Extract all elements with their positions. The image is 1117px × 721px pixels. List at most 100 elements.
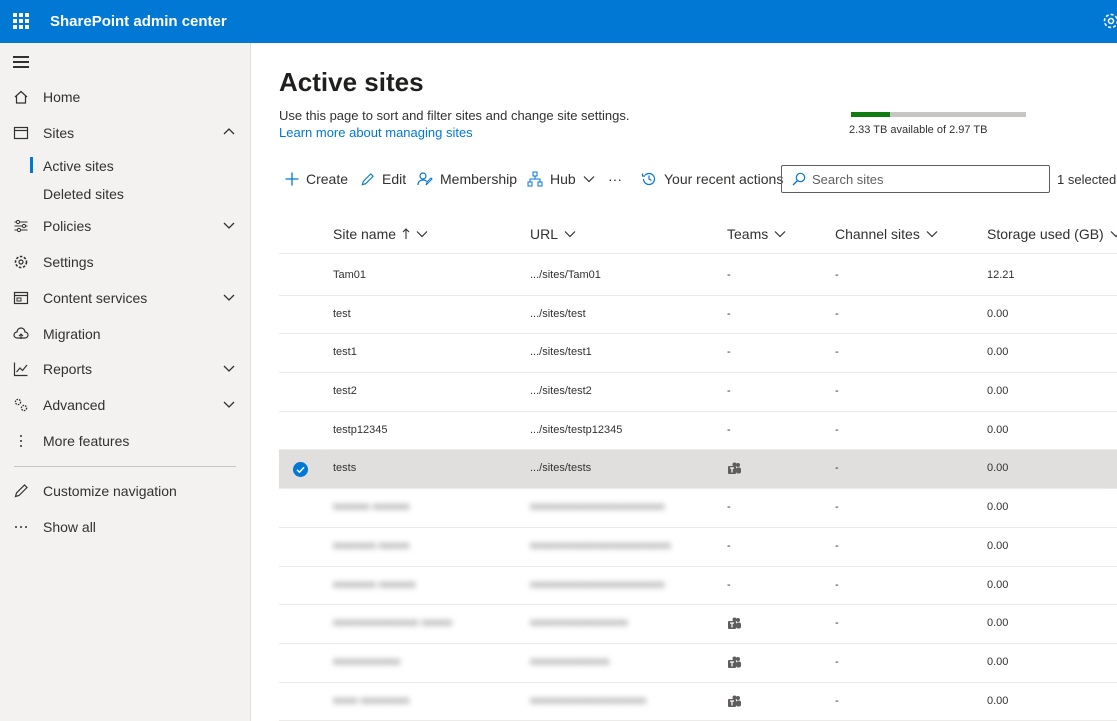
chevron-down-icon [1110, 231, 1117, 238]
search-icon [792, 172, 806, 186]
nav-item-reports[interactable]: Reports [0, 352, 250, 386]
selected-check-icon[interactable] [293, 462, 308, 478]
url-cell-redacted: nnnnnnnnnnnnnnnnnnnnnn [530, 501, 665, 514]
collapse-navigation-icon[interactable] [13, 56, 29, 68]
table-row[interactable]: nnnnnnn nnnnnnnnnnnnnnnnnnnnnnnnnnnn--0.… [279, 567, 1117, 606]
table-row[interactable]: nnnnnn nnnnnn nnnnnnnnnnnnnnnnnnnnnn - - 0.0… [279, 489, 1117, 528]
more-commands-icon: ··· [608, 171, 622, 187]
teams-cell: - [727, 269, 731, 281]
nav-label-reports: Reports [43, 361, 93, 377]
learn-more-link[interactable]: Learn more about managing sites [279, 125, 473, 140]
page-title: Active sites [279, 67, 424, 97]
url-cell: .../sites/test1 [530, 346, 592, 359]
membership-label: Membership [440, 171, 518, 187]
nav-item-home[interactable]: Home [0, 80, 250, 114]
search-box[interactable] [781, 165, 1050, 193]
url-cell-redacted: nnnnnnnnnnnnnnnn [530, 617, 628, 630]
channel-sites-cell: - [835, 385, 839, 398]
more-commands-button[interactable]: ··· [608, 163, 622, 195]
site-name-cell-redacted[interactable]: nnnnnnn nnnnn [333, 540, 409, 552]
teams-cell: - [727, 307, 731, 320]
nav-item-sites[interactable]: Sites [0, 116, 250, 150]
table-row[interactable]: Tam01 .../sites/Tam01 - - 12.21 [279, 257, 1117, 296]
hub-button[interactable]: Hub [527, 163, 595, 195]
storage-used-cell: 0.00 [987, 423, 1009, 436]
site-name-cell-redacted[interactable]: nnnnnnnnnnnnnn nnnnn [333, 617, 452, 629]
storage-used-cell: 0.00 [987, 539, 1009, 552]
teams-cell: - [727, 501, 731, 514]
column-header-storage-used[interactable]: Storage used (GB) [987, 226, 1117, 242]
page-description: Use this page to sort and filter sites a… [279, 108, 630, 123]
table-row[interactable]: testp12345 .../sites/testp12345 - - 0.00 [279, 412, 1117, 451]
storage-usage-text: 2.33 TB available of 2.97 TB [849, 124, 988, 136]
url-cell-redacted: nnnnnnnnnnnnn [530, 655, 610, 668]
nav-item-policies[interactable]: Policies [0, 209, 250, 243]
settings-gear-icon[interactable] [1100, 10, 1117, 32]
column-header-site-name[interactable]: Site name [333, 226, 428, 242]
table-header: Site name URL Teams Channel sites Storag… [279, 213, 1117, 254]
nav-label-policies: Policies [43, 218, 92, 234]
site-name-cell-redacted[interactable]: nnnnnn nnnnnn [333, 501, 409, 513]
site-name-cell[interactable]: testp12345 [333, 424, 387, 436]
column-header-url[interactable]: URL [530, 226, 576, 242]
main-content: Active sites Use this page to sort and f… [251, 43, 1117, 721]
site-name-cell[interactable]: test [333, 308, 351, 320]
storage-used-cell: 0.00 [987, 694, 1009, 707]
search-input[interactable] [812, 171, 1032, 187]
storage-used-cell: 0.00 [987, 578, 1009, 591]
nav-item-active-sites[interactable]: Active sites [0, 152, 250, 178]
table-row[interactable]: nnnnnnnnnnn nnnnnnnnnnnnn -0.00 [279, 644, 1117, 683]
channel-sites-cell: - [835, 346, 839, 359]
channel-sites-cell: - [835, 617, 839, 630]
table-row[interactable]: nnnnnnnnnnnnnn nnnnn nnnnnnnnnnnnnnnn - 0.0… [279, 605, 1117, 644]
nav-item-show-all[interactable]: Show all [0, 510, 250, 544]
teams-icon [728, 617, 741, 630]
nav-item-deleted-sites[interactable]: Deleted sites [0, 180, 250, 206]
nav-item-content-services[interactable]: Content services [0, 281, 250, 315]
table-row[interactable]: nnnnnnn nnnnnnnnnnnnnnnnnnnnnnnnnnnn--0.… [279, 528, 1117, 567]
table-row[interactable]: test1 .../sites/test1 - - 0.00 [279, 334, 1117, 374]
table-row[interactable]: test2 .../sites/test2 - - 0.00 [279, 373, 1117, 412]
site-name-cell[interactable]: test2 [333, 385, 357, 397]
nav-item-advanced[interactable]: Advanced [0, 388, 250, 422]
recent-actions-button[interactable]: Your recent actions [641, 163, 783, 195]
chevron-down-icon [223, 294, 235, 301]
channel-sites-cell: - [835, 269, 839, 281]
storage-used-cell: 0.00 [987, 346, 1009, 359]
channel-sites-cell: - [835, 655, 839, 668]
nav-item-customize-navigation[interactable]: Customize navigation [0, 474, 250, 508]
create-button[interactable]: Create [285, 163, 348, 195]
url-cell-redacted: nnnnnnnnnnnnnnnnnnnnnn [530, 578, 665, 591]
channel-sites-cell: - [835, 694, 839, 707]
column-header-channel-sites[interactable]: Channel sites [835, 226, 938, 242]
app-title[interactable]: SharePoint admin center [50, 13, 227, 30]
teams-cell: - [727, 423, 731, 436]
url-cell: .../sites/test [530, 307, 586, 320]
nav-label-migration: Migration [43, 326, 101, 342]
column-header-teams[interactable]: Teams [727, 226, 786, 242]
nav-item-settings[interactable]: Settings [0, 245, 250, 279]
selected-count: 1 selected [1057, 172, 1117, 187]
edit-button[interactable]: Edit [360, 163, 406, 195]
nav-item-more-features[interactable]: More features [0, 424, 250, 458]
site-name-cell-redacted[interactable]: nnnn nnnnnnnn [333, 695, 409, 707]
nav-label-show-all: Show all [43, 519, 96, 535]
table-row[interactable]: test .../sites/test - - 0.00 [279, 296, 1117, 335]
column-label-site-name: Site name [333, 226, 397, 242]
storage-used-cell: 12.21 [987, 269, 1015, 281]
table-body: Tam01 .../sites/Tam01 - - 12.21 test .../sites… [279, 257, 1117, 721]
site-name-cell[interactable]: tests [333, 462, 356, 474]
command-bar: Create Edit Membership Hub ··· Your rece… [279, 163, 1117, 195]
app-launcher-icon[interactable] [13, 13, 29, 29]
url-cell: .../sites/Tam01 [530, 269, 601, 281]
membership-button[interactable]: Membership [417, 163, 517, 195]
sites-icon [13, 126, 29, 140]
table-row[interactable]: nnnn nnnnnnnn nnnnnnnnnnnnnnnnnnn - 0.00 [279, 683, 1117, 721]
table-row[interactable]: tests .../sites/tests - 0.00 [279, 450, 1117, 490]
nav-item-migration[interactable]: Migration [0, 317, 250, 351]
nav-label-more-features: More features [43, 433, 130, 449]
site-name-cell-redacted[interactable]: nnnnnnnnnnn [333, 656, 400, 668]
site-name-cell[interactable]: Tam01 [333, 269, 366, 281]
site-name-cell[interactable]: test1 [333, 346, 357, 358]
site-name-cell-redacted[interactable]: nnnnnnn nnnnnn [333, 579, 416, 591]
